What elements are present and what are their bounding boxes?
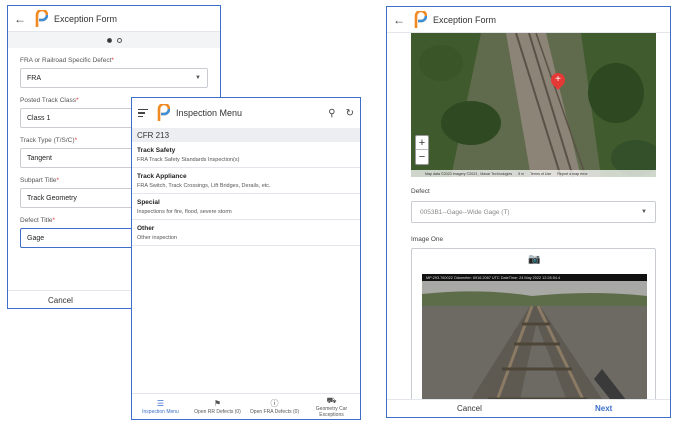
bottom-tab-bar: ☰ Inspection Menu ⚑ Open RR Defects (0) ⓘ Ope…: [132, 393, 360, 419]
chevron-down-icon: ▼: [195, 75, 201, 81]
back-arrow-icon[interactable]: ←: [14, 12, 30, 26]
app-bar: Inspection Menu ⚲ ↻: [132, 98, 360, 128]
image-one-label: Image One: [411, 236, 444, 243]
field-label-text: Defect Title: [20, 217, 53, 224]
app-logo: [414, 10, 427, 28]
menu-item-title: Track Appliance: [137, 173, 187, 180]
map-attribution: Map data ©2023 Imagery ©2023 , Maxar Tec…: [425, 171, 513, 176]
menu-item-title: Special: [137, 199, 160, 206]
tab-list[interactable]: ☰ Inspection Menu: [132, 394, 189, 419]
search-icon[interactable]: ⚲: [328, 108, 335, 119]
field-label: FRA or Railroad Specific Defect*: [20, 57, 208, 64]
required-mark: *: [111, 57, 114, 64]
inspection-menu-screen: Inspection Menu ⚲ ↻ CFR 213 Track Safety…: [131, 97, 361, 420]
menu-item[interactable]: Track Safety FRA Track Safety Standards I…: [132, 142, 360, 168]
refresh-icon[interactable]: ↻: [346, 108, 354, 119]
stage: ← Exception Form FRA or Railroad Specifi…: [0, 0, 676, 423]
menu-item-subtitle: FRA Track Safety Standards Inspection(s): [137, 157, 240, 163]
map-terms-link[interactable]: Terms of Use: [530, 172, 551, 176]
tab-label: Geometry Car Exceptions: [315, 405, 348, 418]
defect-value: 0053B1--Gage--Wide Gage (T): [420, 208, 510, 216]
field-value: Tangent: [27, 154, 52, 162]
field-value: Class 1: [27, 114, 51, 122]
menu-item-subtitle: Other inspection: [137, 235, 178, 241]
exception-form-screen-right: ← Exception Form + + − Map data ©2023 Im…: [386, 6, 671, 418]
map-scale: 5 m: [518, 171, 525, 176]
defect-select[interactable]: 0053B1--Gage--Wide Gage (T) ▼: [411, 201, 656, 223]
cancel-button[interactable]: Cancel: [48, 296, 73, 305]
required-mark: *: [56, 177, 60, 184]
menu-item-subtitle: FRA Switch, Track Crossings, Lift Bridge…: [137, 183, 271, 189]
track-photo-image: [422, 274, 647, 407]
location-pin-icon[interactable]: +: [548, 70, 568, 90]
back-arrow-icon[interactable]: ←: [393, 13, 409, 27]
page-dot-active[interactable]: [106, 37, 112, 43]
tab-label: Open RR Defects (0): [194, 408, 241, 415]
app-bar: ← Exception Form: [387, 7, 670, 33]
cancel-button[interactable]: Cancel: [457, 404, 482, 413]
menu-item[interactable]: Track Appliance FRA Switch, Track Crossin…: [132, 168, 360, 194]
satellite-map[interactable]: + + − Map data ©2023 Imagery ©2023 , Max…: [411, 33, 656, 177]
next-button[interactable]: Next: [595, 404, 612, 413]
flag-icon: ⚑: [213, 398, 222, 408]
zoom-control: + −: [415, 135, 429, 165]
tab-label: Inspection Menu: [142, 408, 179, 415]
menu-item[interactable]: Other Other inspection: [132, 220, 360, 246]
list-icon: ☰: [156, 398, 165, 408]
page-title: Exception Form: [433, 14, 497, 25]
page-title: Exception Form: [54, 13, 118, 24]
photo-caption: MP:293.760022 Odometer: 6916.2087 UTC Da…: [422, 274, 647, 281]
page-dot[interactable]: [116, 37, 122, 43]
tab-alert[interactable]: ⓘ Open FRA Defects (0): [246, 394, 303, 419]
map-report-link[interactable]: Report a map error: [557, 172, 587, 176]
menu-item-title: Track Safety: [137, 147, 176, 154]
defect-label: Defect: [411, 188, 430, 195]
field-label-text: Track Type (T/S/C): [20, 137, 75, 144]
app-logo: [157, 104, 170, 121]
app-bar-actions: ⚲ ↻: [328, 108, 354, 119]
menu-item-title: Other: [137, 225, 155, 232]
tab-label: Open FRA Defects (0): [249, 408, 300, 415]
defect-type-select[interactable]: FRA ▼: [20, 68, 208, 88]
camera-icon[interactable]: 📷: [528, 254, 540, 265]
field-value: FRA: [27, 74, 41, 82]
menu-item-subtitle: Inspections for fire, flood, severe stor…: [137, 209, 232, 215]
image-one-panel: 📷 MP:293.760022 Odometer: 6916.2087 UTC …: [411, 248, 656, 408]
required-mark: *: [76, 97, 79, 104]
field-value: Gage: [27, 234, 45, 242]
menu-item[interactable]: Special Inspections for fire, flood, seve…: [132, 194, 360, 220]
menu-icon[interactable]: [138, 107, 148, 119]
tab-flag[interactable]: ⚑ Open RR Defects (0): [189, 394, 246, 419]
alert-icon: ⓘ: [270, 398, 279, 408]
required-mark: *: [74, 137, 78, 144]
track-photo[interactable]: MP:293.760022 Odometer: 6916.2087 UTC Da…: [422, 274, 647, 407]
app-bar: ← Exception Form: [8, 6, 220, 32]
menu-list: Track Safety FRA Track Safety Standards I…: [132, 142, 360, 246]
zoom-out-button[interactable]: −: [416, 150, 428, 164]
map-imagery: [411, 33, 656, 177]
form-footer: Cancel Next: [387, 399, 670, 417]
train-car-icon: ⛟: [326, 395, 337, 405]
field-label-text: Subpart Title: [20, 177, 57, 184]
tab-train-car[interactable]: ⛟ Geometry Car Exceptions: [303, 394, 360, 419]
field-label-text: FRA or Railroad Specific Defect: [20, 57, 112, 64]
field-label-text: Posted Track Class: [20, 97, 76, 104]
chevron-down-icon: ▼: [641, 209, 647, 215]
field-value: Track Geometry: [27, 194, 77, 202]
section-header: CFR 213: [132, 128, 360, 142]
map-attribution-bar: Map data ©2023 Imagery ©2023 , Maxar Tec…: [411, 170, 656, 177]
app-logo: [35, 9, 48, 27]
page-indicator: [8, 32, 220, 48]
page-title: Inspection Menu: [176, 108, 243, 118]
zoom-in-button[interactable]: +: [416, 136, 428, 150]
required-mark: *: [52, 217, 56, 224]
